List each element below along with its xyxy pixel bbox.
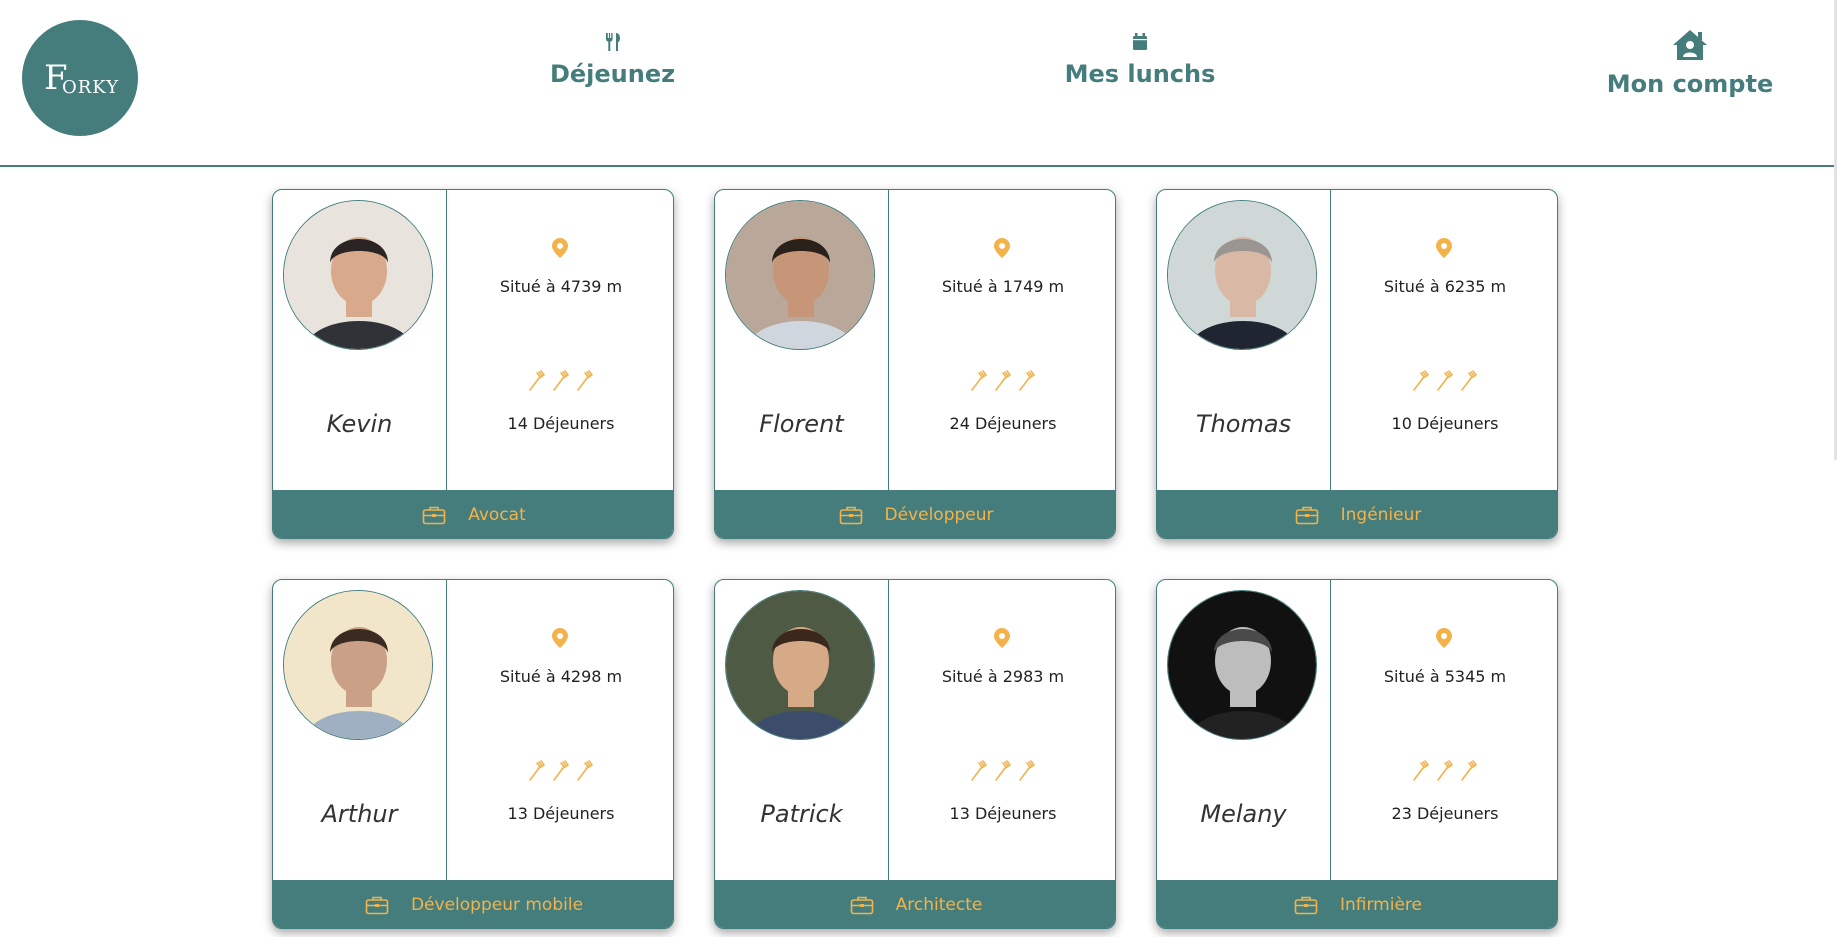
card-right-panel: Situé à 4298 m 13 Déjeuners <box>447 580 673 880</box>
forks-rating-icon <box>971 370 1035 391</box>
distance-text: Situé à 2983 m <box>941 667 1065 686</box>
job-title: Développeur mobile <box>410 895 584 915</box>
calendar-icon <box>1133 33 1147 50</box>
job-footer: Développeur <box>715 490 1115 538</box>
utensils-icon <box>605 33 620 51</box>
location-pin-icon <box>1436 628 1452 648</box>
location-pin-icon <box>552 628 568 648</box>
lunch-count: 13 Déjeuners <box>949 804 1057 823</box>
card-left-panel: Melany <box>1157 580 1331 880</box>
avatar-photo <box>726 591 874 739</box>
avatar-photo <box>284 201 432 349</box>
avatar[interactable] <box>725 590 875 740</box>
distance-text: Situé à 5345 m <box>1383 667 1507 686</box>
forks-rating-icon <box>529 760 593 781</box>
card-left-panel: Arthur <box>273 580 447 880</box>
profile-card[interactable]: Kevin Situé à 4739 m 14 Déjeuners Avocat <box>272 189 674 539</box>
avatar[interactable] <box>283 590 433 740</box>
briefcase-icon <box>850 896 873 915</box>
profile-name: Thomas <box>1195 410 1292 438</box>
profile-card[interactable]: Florent Situé à 1749 m 24 Déjeuners Déve… <box>714 189 1116 539</box>
card-right-panel: Situé à 4739 m 14 Déjeuners <box>447 190 673 490</box>
avatar[interactable] <box>1167 200 1317 350</box>
job-footer: Ingénieur <box>1157 490 1557 538</box>
home-user-icon <box>1673 30 1707 60</box>
lunch-count: 23 Déjeuners <box>1391 804 1499 823</box>
job-footer: Architecte <box>715 880 1115 928</box>
location-pin-icon <box>1436 238 1452 258</box>
job-title: Ingénieur <box>1340 505 1422 525</box>
forks-rating-icon <box>1413 370 1477 391</box>
job-title: Architecte <box>895 895 983 915</box>
distance-text: Situé à 1749 m <box>941 277 1065 296</box>
avatar[interactable] <box>283 200 433 350</box>
profile-card[interactable]: Melany Situé à 5345 m 23 Déjeuners Infir… <box>1156 579 1558 929</box>
location-pin-icon <box>994 238 1010 258</box>
forks-rating-icon <box>529 370 593 391</box>
avatar-photo <box>1168 201 1316 349</box>
distance-text: Situé à 6235 m <box>1383 277 1507 296</box>
lunch-count: 10 Déjeuners <box>1391 414 1499 433</box>
job-footer: Avocat <box>273 490 673 538</box>
logo-wordmark: F ORKY <box>44 58 119 98</box>
profile-card[interactable]: Arthur Situé à 4298 m 13 Déjeuners Dével… <box>272 579 674 929</box>
profile-card[interactable]: Patrick Situé à 2983 m 13 Déjeuners Arch… <box>714 579 1116 929</box>
card-left-panel: Florent <box>715 190 889 490</box>
lunch-count: 13 Déjeuners <box>507 804 615 823</box>
card-right-panel: Situé à 6235 m 10 Déjeuners <box>1331 190 1557 490</box>
location-pin-icon <box>552 238 568 258</box>
briefcase-icon <box>839 506 862 525</box>
nav-label: Mes lunchs <box>1064 60 1216 88</box>
card-right-panel: Situé à 2983 m 13 Déjeuners <box>889 580 1115 880</box>
card-left-panel: Kevin <box>273 190 447 490</box>
lunch-count: 14 Déjeuners <box>507 414 615 433</box>
profile-name: Patrick <box>760 800 843 828</box>
forks-rating-icon <box>971 760 1035 781</box>
svg-text:ORKY: ORKY <box>62 77 119 98</box>
briefcase-icon <box>1295 506 1318 525</box>
avatar-photo <box>1168 591 1316 739</box>
nav-mon-compte[interactable]: Mon compte <box>1600 28 1780 98</box>
avatar-photo <box>726 201 874 349</box>
profile-name: Melany <box>1200 800 1287 828</box>
nav-label: Déjeunez <box>549 60 676 88</box>
nav-dejeunez[interactable]: Déjeunez <box>540 32 685 88</box>
nav-mes-lunchs[interactable]: Mes lunchs <box>1060 32 1220 88</box>
job-title: Avocat <box>468 505 526 525</box>
job-title: Développeur <box>884 505 994 525</box>
profile-card[interactable]: Thomas Situé à 6235 m 10 Déjeuners Ingén… <box>1156 189 1558 539</box>
card-left-panel: Thomas <box>1157 190 1331 490</box>
avatar[interactable] <box>725 200 875 350</box>
lunch-count: 24 Déjeuners <box>949 414 1057 433</box>
profile-name: Kevin <box>326 410 393 438</box>
avatar[interactable] <box>1167 590 1317 740</box>
card-left-panel: Patrick <box>715 580 889 880</box>
profile-name: Arthur <box>321 800 398 828</box>
distance-text: Situé à 4298 m <box>499 667 623 686</box>
forks-rating-icon <box>1413 760 1477 781</box>
card-right-panel: Situé à 1749 m 24 Déjeuners <box>889 190 1115 490</box>
top-header: F ORKY Déjeunez Mes lunchs Mon compte <box>0 0 1837 167</box>
briefcase-icon <box>422 506 446 525</box>
briefcase-icon <box>365 896 389 915</box>
briefcase-icon <box>1294 896 1318 915</box>
avatar-photo <box>284 591 432 739</box>
distance-text: Situé à 4739 m <box>499 277 623 296</box>
job-title: Infirmière <box>1339 895 1422 915</box>
nav-label: Mon compte <box>1606 70 1774 98</box>
forky-logo[interactable]: F ORKY <box>22 20 138 136</box>
location-pin-icon <box>994 628 1010 648</box>
profile-name: Florent <box>759 410 844 438</box>
card-right-panel: Situé à 5345 m 23 Déjeuners <box>1331 580 1557 880</box>
job-footer: Développeur mobile <box>273 880 673 928</box>
job-footer: Infirmière <box>1157 880 1557 928</box>
